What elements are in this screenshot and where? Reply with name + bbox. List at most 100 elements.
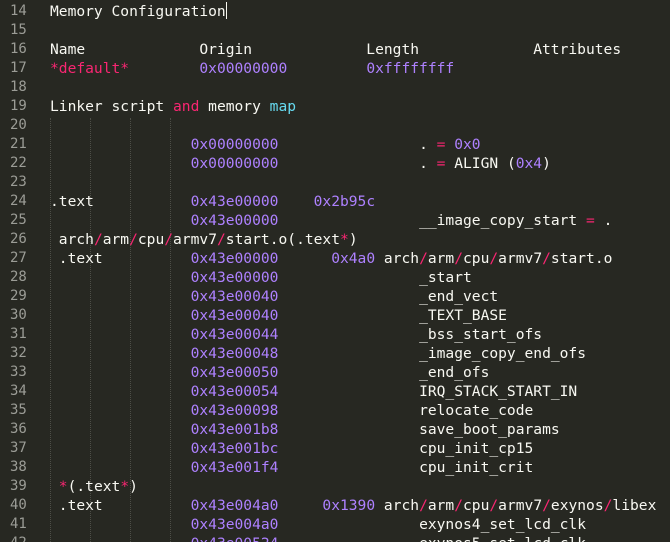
- code-token: ): [542, 155, 551, 172]
- code-token: 0x43e00048: [190, 345, 279, 362]
- line-number: 27: [10, 250, 27, 266]
- code-token: map: [269, 98, 297, 115]
- code-token: /: [454, 250, 464, 267]
- line-text: .text 0x43e004a0 0x1390 arch/arm/cpu/arm…: [50, 496, 657, 515]
- code-line[interactable]: 34 0x43e00054 IRQ_STACK_START_IN: [0, 382, 670, 401]
- code-token: 0x43e00050: [190, 364, 279, 381]
- code-token: __image_copy_start: [419, 212, 586, 229]
- code-line[interactable]: 20: [0, 116, 670, 135]
- code-token: armv7: [498, 497, 543, 514]
- line-text: 0x43e001b8 save_boot_params: [50, 420, 560, 439]
- code-line[interactable]: 41 0x43e004a0 exynos4_set_lcd_clk: [0, 515, 670, 534]
- line-text: 0x43e00000 _start: [50, 268, 472, 287]
- code-token: _image_copy_end_ofs: [419, 345, 586, 362]
- code-line[interactable]: 37 0x43e001bc cpu_init_cp15: [0, 439, 670, 458]
- line-number: 28: [10, 269, 27, 285]
- line-number: 22: [10, 155, 27, 171]
- code-token: /: [216, 231, 226, 248]
- code-token: /: [542, 250, 551, 267]
- code-editor[interactable]: 14 Memory Configuration 15 16 Name Origin Le…: [0, 0, 670, 542]
- code-token: libex: [612, 497, 657, 514]
- code-line[interactable]: 40 .text 0x43e004a0 0x1390 arch/arm/cpu/…: [0, 496, 670, 515]
- code-line[interactable]: 19 Linker script and memory map: [0, 97, 670, 116]
- code-token: .text: [50, 250, 191, 267]
- code-token: relocate_code: [419, 402, 534, 419]
- line-number: 39: [10, 478, 27, 494]
- code-token: IRQ_STACK_START_IN: [419, 383, 578, 400]
- line-number: 34: [10, 383, 27, 399]
- code-line[interactable]: 25 0x43e00000 __image_copy_start = .: [0, 211, 670, 230]
- line-text: arch/arm/cpu/armv7/start.o(.text*): [50, 230, 358, 249]
- code-token: arm: [427, 497, 455, 514]
- code-line[interactable]: 29 0x43e00040 _end_vect: [0, 287, 670, 306]
- code-token: Memory Configuration: [50, 3, 226, 20]
- code-line[interactable]: 35 0x43e00098 relocate_code: [0, 401, 670, 420]
- code-line[interactable]: 22 0x00000000 . = ALIGN (0x4): [0, 154, 670, 173]
- code-line[interactable]: 14 Memory Configuration: [0, 2, 670, 21]
- line-text: 0x43e001f4 cpu_init_crit: [50, 458, 534, 477]
- code-line[interactable]: 27 .text 0x43e00000 0x4a0 arch/arm/cpu/a…: [0, 249, 670, 268]
- code-token: cpu_init_crit: [419, 459, 534, 476]
- code-line[interactable]: 38 0x43e001f4 cpu_init_crit: [0, 458, 670, 477]
- code-token: _TEXT_BASE: [419, 307, 507, 324]
- code-token: 0x0: [454, 136, 481, 153]
- line-text: 0x43e00040 _end_vect: [50, 287, 499, 306]
- code-token: arch: [375, 250, 420, 267]
- code-line[interactable]: 39 *(.text*): [0, 477, 670, 496]
- line-text: 0x43e00524 exynos5_set_lcd_clk: [50, 534, 586, 542]
- code-line[interactable]: 30 0x43e00040 _TEXT_BASE: [0, 306, 670, 325]
- code-line[interactable]: 42 0x43e00524 exynos5_set_lcd_clk: [0, 534, 670, 542]
- code-line[interactable]: 16 Name Origin Length Attributes: [0, 40, 670, 59]
- code-token: ): [348, 231, 358, 248]
- code-line[interactable]: 31 0x43e00044 _bss_start_ofs: [0, 325, 670, 344]
- code-token: 0x1390: [322, 497, 376, 514]
- code-line[interactable]: 23: [0, 173, 670, 192]
- code-line[interactable]: 21 0x00000000 . = 0x0: [0, 135, 670, 154]
- code-line[interactable]: 24 .text 0x43e00000 0x2b95c: [0, 192, 670, 211]
- code-token: 0x43e00000: [190, 269, 279, 286]
- line-number: 38: [10, 459, 27, 475]
- code-token: 0x43e00000: [190, 212, 279, 229]
- code-line[interactable]: 26 arch/arm/cpu/armv7/start.o(.text*): [0, 230, 670, 249]
- code-line[interactable]: 17 *default* 0x00000000 0xffffffff: [0, 59, 670, 78]
- line-number: 21: [10, 136, 27, 152]
- code-token: cpu: [463, 497, 490, 514]
- code-token: 0x00000000: [190, 136, 279, 153]
- code-token: exynos5_set_lcd_clk: [419, 535, 586, 542]
- code-line[interactable]: 28 0x43e00000 _start: [0, 268, 670, 287]
- code-token: /: [454, 497, 464, 514]
- line-text: Linker script and memory map: [50, 97, 296, 116]
- line-number: 35: [10, 402, 27, 418]
- code-token: _bss_start_ofs: [419, 326, 543, 343]
- code-line[interactable]: 32 0x43e00048 _image_copy_end_ofs: [0, 344, 670, 363]
- code-line[interactable]: 36 0x43e001b8 save_boot_params: [0, 420, 670, 439]
- code-token: (.text: [67, 478, 121, 495]
- code-line[interactable]: 33 0x43e00050 _end_ofs: [0, 363, 670, 382]
- code-line[interactable]: 15: [0, 21, 670, 40]
- line-number: 26: [10, 231, 27, 247]
- code-token: and: [173, 98, 200, 115]
- code-token: 0x43e004a0: [190, 516, 279, 533]
- code-token: _start: [419, 269, 472, 286]
- code-line[interactable]: 18: [0, 78, 670, 97]
- code-token: 0x43e004a0: [190, 497, 279, 514]
- line-text: 0x43e00040 _TEXT_BASE: [50, 306, 507, 325]
